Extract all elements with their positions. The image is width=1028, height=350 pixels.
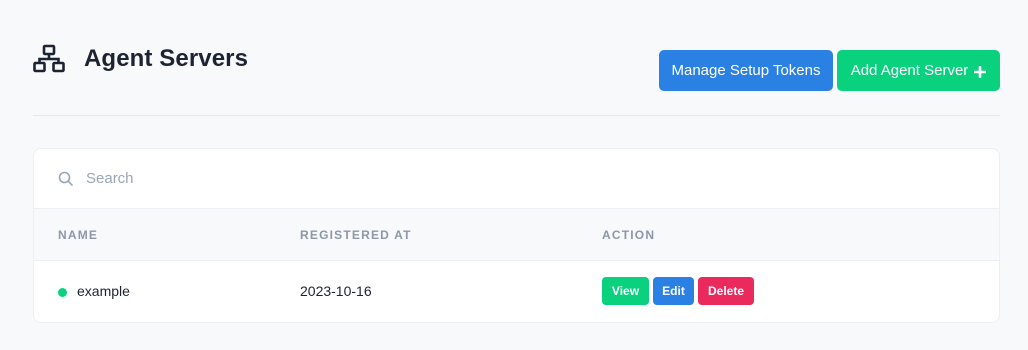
title-wrap: Agent Servers [33,44,248,74]
table-row: example 2023-10-16 View Edit Delete [34,261,999,322]
add-agent-server-button[interactable]: Add Agent Server [837,50,1000,91]
column-header-action: ACTION [602,228,656,242]
page-title: Agent Servers [84,45,249,72]
manage-setup-tokens-button[interactable]: Manage Setup Tokens [659,50,833,91]
column-header-name: NAME [58,228,99,242]
column-header-registered-at: REGISTERED AT [300,228,412,242]
table-header: NAME REGISTERED AT ACTION [34,209,999,261]
page-header: Agent Servers Manage Setup Tokens Add Ag… [33,40,1000,92]
search-input[interactable] [86,170,586,187]
header-divider [33,115,1000,116]
header-actions: Manage Setup Tokens Add Agent Server [659,50,1000,91]
delete-button[interactable]: Delete [698,277,754,305]
status-online-icon [58,288,67,297]
plus-icon [973,65,987,78]
search-icon [58,171,74,187]
view-button[interactable]: View [602,277,649,305]
row-actions: View Edit Delete [602,277,754,305]
network-icon [33,44,66,74]
manage-setup-tokens-label: Manage Setup Tokens [671,62,821,79]
agent-servers-card: NAME REGISTERED AT ACTION example 2023-1… [33,148,1000,323]
search-bar [34,149,999,209]
registered-at: 2023-10-16 [300,283,372,299]
server-name: example [77,283,130,299]
add-agent-server-label: Add Agent Server [850,62,969,79]
page: Agent Servers Manage Setup Tokens Add Ag… [0,0,1028,350]
edit-button[interactable]: Edit [653,277,694,305]
